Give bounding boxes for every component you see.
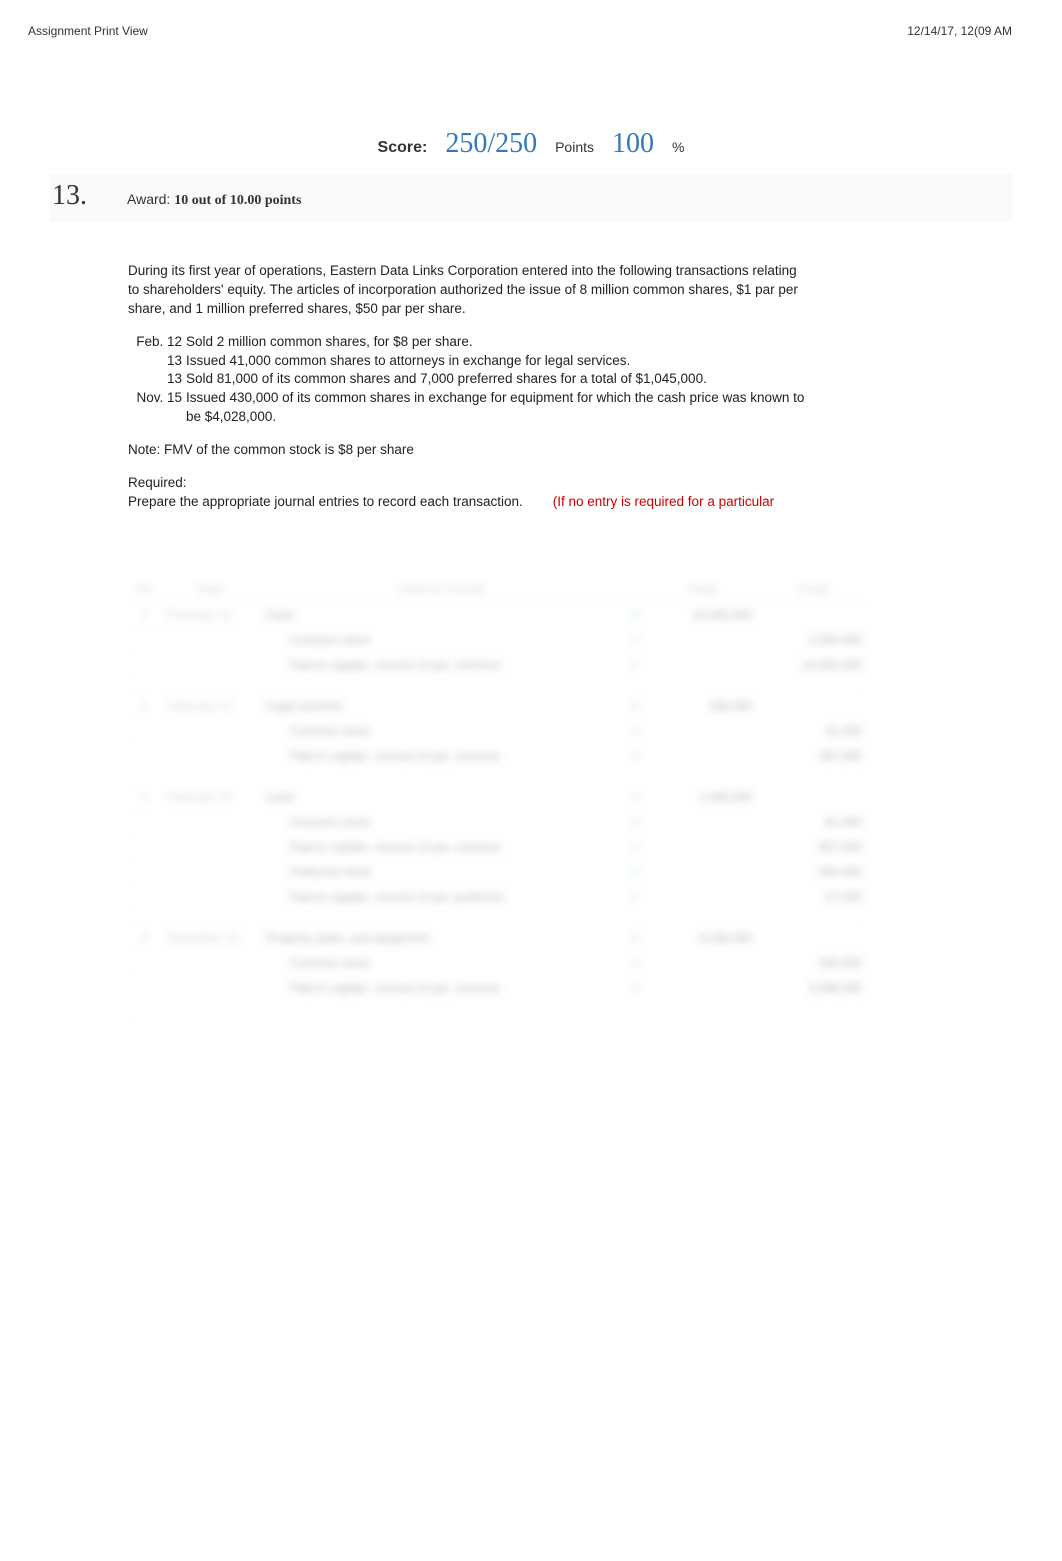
table-row: Common stock✔2,000,000 bbox=[128, 627, 868, 652]
page-header: Assignment Print View 12/14/17, 12(09 AM bbox=[0, 0, 1062, 38]
transaction-row: Feb. 12 Sold 2 million common shares, fo… bbox=[128, 333, 810, 352]
question-header: 13. Award: 10 out of 10.00 points bbox=[50, 174, 1012, 222]
col-credit: Credit bbox=[758, 576, 868, 603]
print-view-label: Assignment Print View bbox=[28, 24, 148, 38]
table-row: 1February 12Cash✔16,000,000 bbox=[128, 602, 868, 627]
score-value: 250/250 bbox=[445, 128, 537, 160]
col-debit: Debit bbox=[648, 576, 758, 603]
check-icon: ✔ bbox=[629, 750, 641, 762]
score-label: Score: bbox=[378, 139, 428, 157]
col-date: Date bbox=[161, 576, 260, 603]
check-icon: ✔ bbox=[629, 725, 641, 737]
check-icon: ✔ bbox=[629, 866, 641, 878]
table-row: Paid-in capital—excess of par, common✔14… bbox=[128, 652, 868, 677]
problem-note: Note: FMV of the common stock is $8 per … bbox=[128, 441, 810, 460]
transaction-date: 13 bbox=[128, 370, 186, 389]
score-summary: Score: 250/250 Points 100 % bbox=[50, 128, 1012, 160]
check-icon: ✔ bbox=[629, 891, 641, 903]
check-icon: ✔ bbox=[629, 609, 641, 621]
check-icon: ✔ bbox=[629, 932, 641, 944]
col-general-journal: General Journal bbox=[260, 576, 622, 603]
transaction-row: 13 Issued 41,000 common shares to attorn… bbox=[128, 352, 810, 371]
table-row: Paid-in capital—excess of par, common✔3,… bbox=[128, 975, 868, 1000]
table-row: Common stock✔81,000 bbox=[128, 809, 868, 834]
journal-table: No Date General Journal Debit Credit 1Fe… bbox=[128, 576, 868, 1017]
table-row: 4November 15Property, plant, and equipme… bbox=[128, 925, 868, 950]
required-block: Required: Prepare the appropriate journa… bbox=[128, 474, 810, 512]
transaction-text: Sold 81,000 of its common shares and 7,0… bbox=[186, 370, 810, 389]
question-number: 13. bbox=[50, 180, 87, 212]
percent-sign: % bbox=[672, 139, 684, 155]
transactions-list: Feb. 12 Sold 2 million common shares, fo… bbox=[128, 333, 810, 427]
table-row: 2February 13Legal services✔328,000 bbox=[128, 693, 868, 718]
table-row: Paid-in capital—excess of par, common✔56… bbox=[128, 834, 868, 859]
transaction-date: Nov. 15 bbox=[128, 389, 186, 427]
table-row: Preferred stock✔350,000 bbox=[128, 859, 868, 884]
problem-intro: During its first year of operations, Eas… bbox=[128, 262, 810, 319]
journal-table-blurred: No Date General Journal Debit Credit 1Fe… bbox=[50, 526, 1012, 1017]
transaction-row: Nov. 15 Issued 430,000 of its common sha… bbox=[128, 389, 810, 427]
transaction-text: Issued 430,000 of its common shares in e… bbox=[186, 389, 810, 427]
table-row: Paid-in capital—excess of par, common✔28… bbox=[128, 743, 868, 768]
required-label: Required: bbox=[128, 475, 187, 490]
col-no: No bbox=[128, 576, 161, 603]
table-row: 3February 13Cash✔1,045,000 bbox=[128, 784, 868, 809]
check-icon: ✔ bbox=[629, 700, 641, 712]
required-text: Prepare the appropriate journal entries … bbox=[128, 494, 523, 509]
points-label: Points bbox=[555, 139, 594, 155]
table-row: Common stock✔41,000 bbox=[128, 718, 868, 743]
table-row: Paid-in capital—excess of par, preferred… bbox=[128, 884, 868, 909]
transaction-text: Sold 2 million common shares, for $8 per… bbox=[186, 333, 810, 352]
check-icon: ✔ bbox=[629, 841, 641, 853]
timestamp-label: 12/14/17, 12(09 AM bbox=[907, 24, 1012, 38]
problem-body: During its first year of operations, Eas… bbox=[50, 222, 810, 512]
transaction-date: Feb. 12 bbox=[128, 333, 186, 352]
award-text: Award: 10 out of 10.00 points bbox=[127, 191, 301, 209]
transaction-date: 13 bbox=[128, 352, 186, 371]
check-icon: ✔ bbox=[629, 816, 641, 828]
check-icon: ✔ bbox=[629, 957, 641, 969]
table-row: Common stock✔430,000 bbox=[128, 950, 868, 975]
check-icon: ✔ bbox=[629, 634, 641, 646]
check-icon: ✔ bbox=[629, 982, 641, 994]
score-percent: 100 bbox=[612, 128, 654, 160]
check-icon: ✔ bbox=[629, 659, 641, 671]
transaction-text: Issued 41,000 common shares to attorneys… bbox=[186, 352, 810, 371]
transaction-row: 13 Sold 81,000 of its common shares and … bbox=[128, 370, 810, 389]
required-hint: (If no entry is required for a particula… bbox=[553, 494, 774, 509]
check-icon: ✔ bbox=[629, 791, 641, 803]
